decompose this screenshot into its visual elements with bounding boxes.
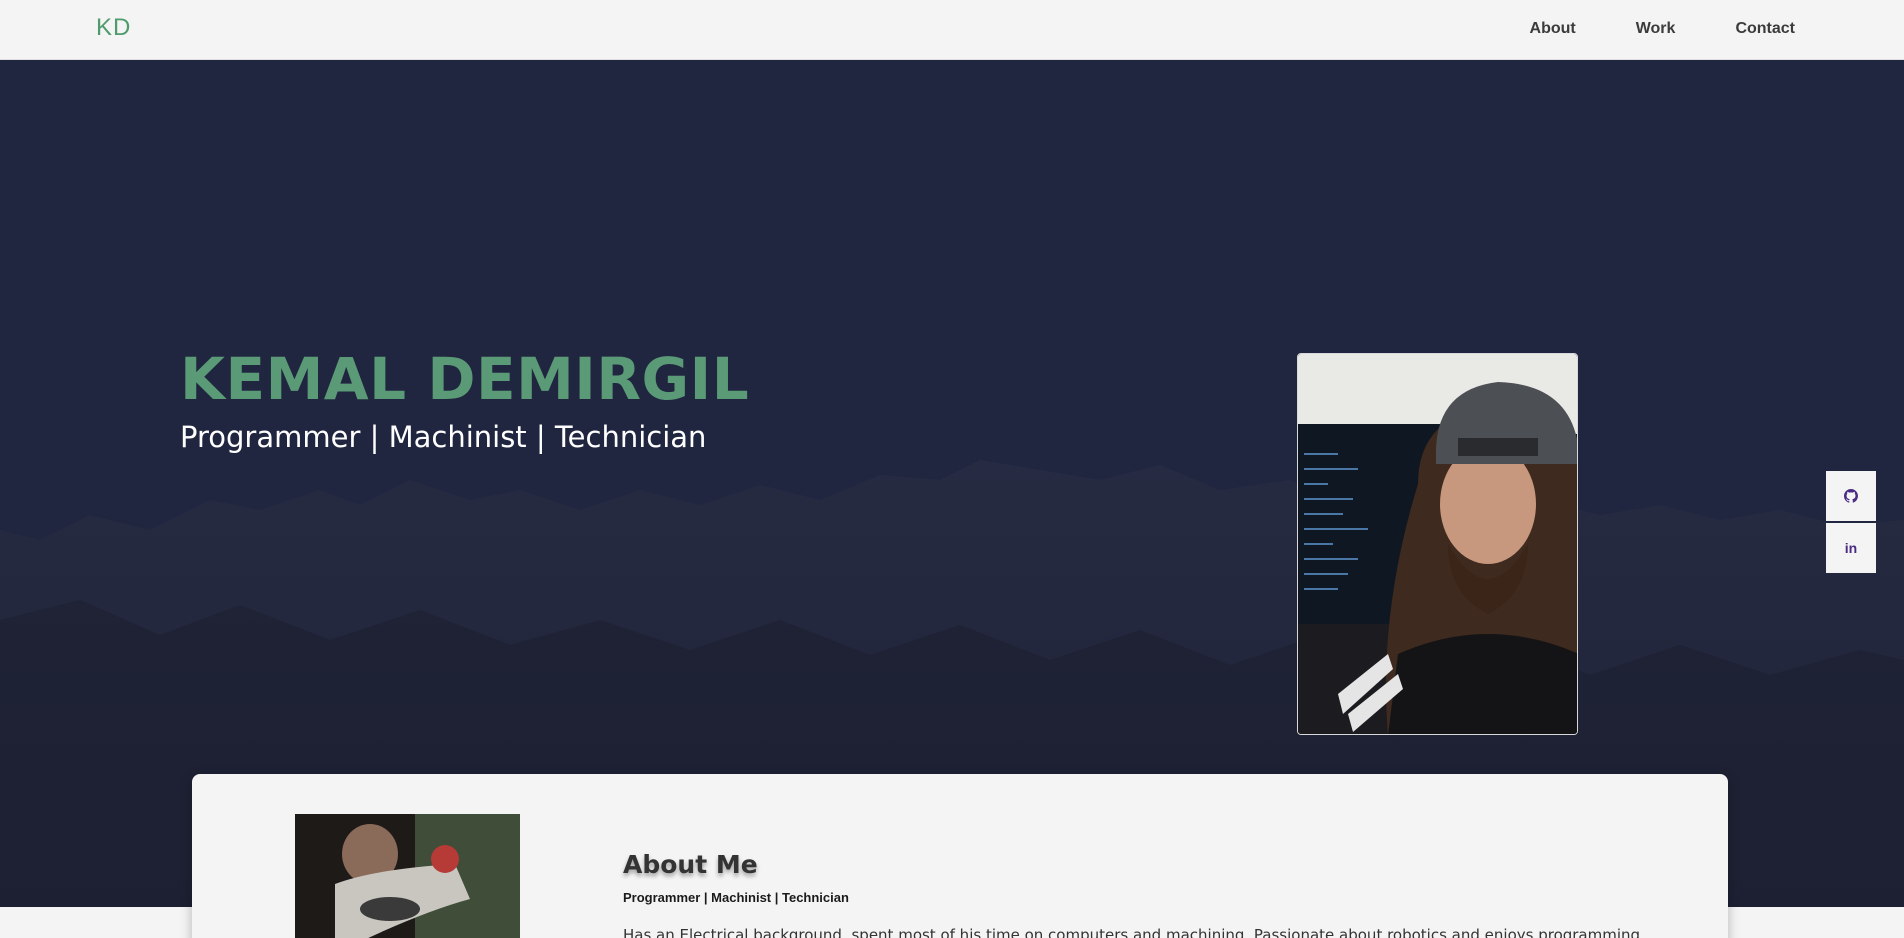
github-icon <box>1844 489 1858 503</box>
about-subtitle: Programmer | Machinist | Technician <box>623 890 849 905</box>
linkedin-icon: in <box>1844 540 1858 556</box>
profile-photo <box>1297 353 1578 735</box>
nav-link-about[interactable]: About <box>1530 20 1576 38</box>
linkedin-button[interactable]: in <box>1826 523 1876 573</box>
profile-photo-illustration <box>1298 354 1577 734</box>
about-photo <box>295 814 520 938</box>
about-card: About Me Programmer | Machinist | Techni… <box>192 774 1728 938</box>
social-sidebar: in <box>1826 471 1876 575</box>
navbar: KD About Work Contact <box>0 0 1904 60</box>
brand-logo[interactable]: KD <box>96 14 131 42</box>
hero-name: KEMAL DEMIRGIL <box>180 345 750 413</box>
nav-link-work[interactable]: Work <box>1636 20 1676 38</box>
nav-links: About Work Contact <box>1530 20 1795 38</box>
github-button[interactable] <box>1826 471 1876 521</box>
nav-link-contact[interactable]: Contact <box>1735 20 1795 38</box>
about-title: About Me <box>623 850 758 879</box>
about-description: Has an Electrical background, spent most… <box>623 926 1645 938</box>
hero-tagline: Programmer | Machinist | Technician <box>180 420 707 454</box>
about-photo-illustration <box>295 814 520 938</box>
